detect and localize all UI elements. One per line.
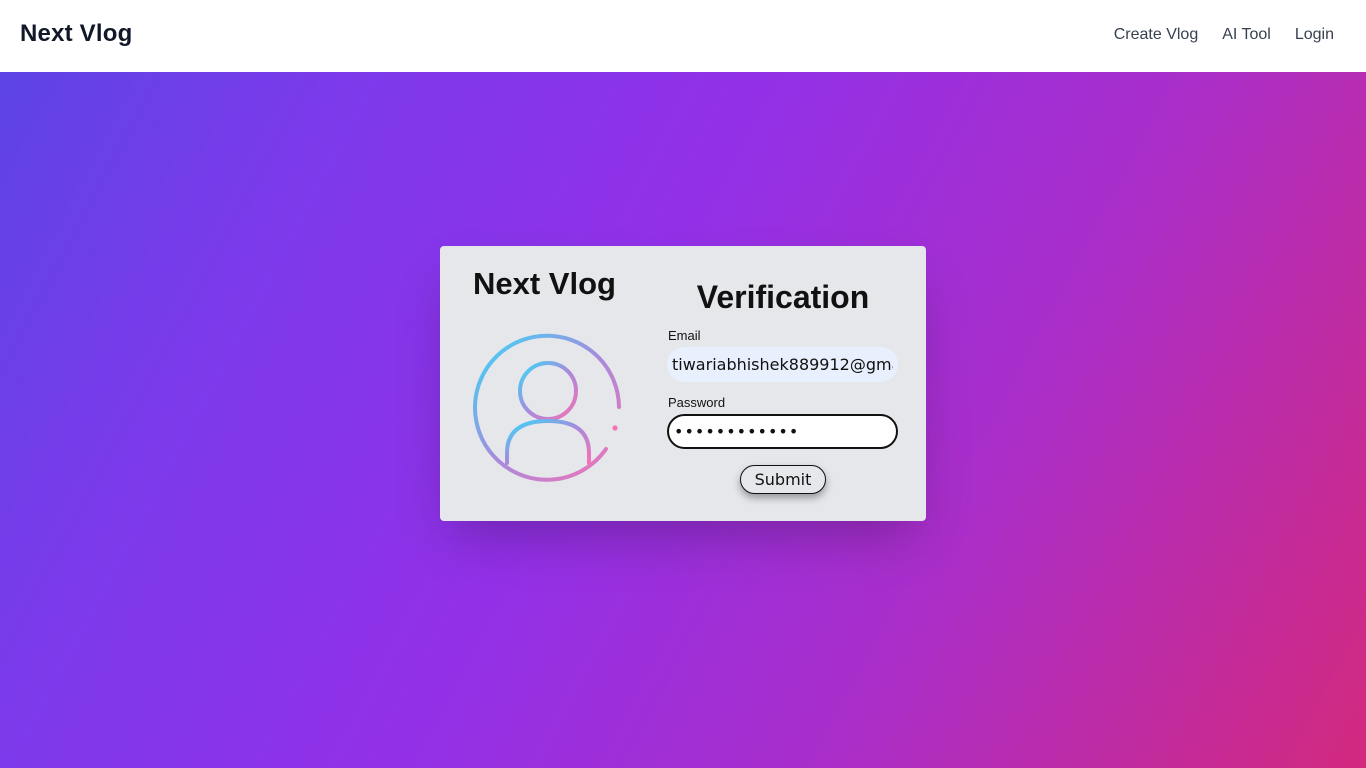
password-label: Password xyxy=(668,395,726,410)
nav-link-ai-tool[interactable]: AI Tool xyxy=(1222,26,1271,44)
nav-links: Create Vlog AI Tool Login xyxy=(1114,26,1334,44)
verification-card: Next Vlog Verification Email Password Su… xyxy=(440,246,926,521)
submit-button[interactable]: Submit xyxy=(740,465,826,494)
site-logo[interactable]: Next Vlog xyxy=(20,20,132,48)
top-navbar: Next Vlog Create Vlog AI Tool Login xyxy=(0,0,1366,72)
user-circle-icon xyxy=(473,333,621,482)
email-input[interactable] xyxy=(667,347,898,382)
nav-link-create-vlog[interactable]: Create Vlog xyxy=(1114,26,1199,44)
password-input[interactable] xyxy=(667,414,898,449)
verification-title: Verification xyxy=(696,279,870,315)
nav-link-login[interactable]: Login xyxy=(1295,26,1334,44)
email-label: Email xyxy=(668,328,701,343)
card-brand-title: Next Vlog xyxy=(473,266,616,301)
